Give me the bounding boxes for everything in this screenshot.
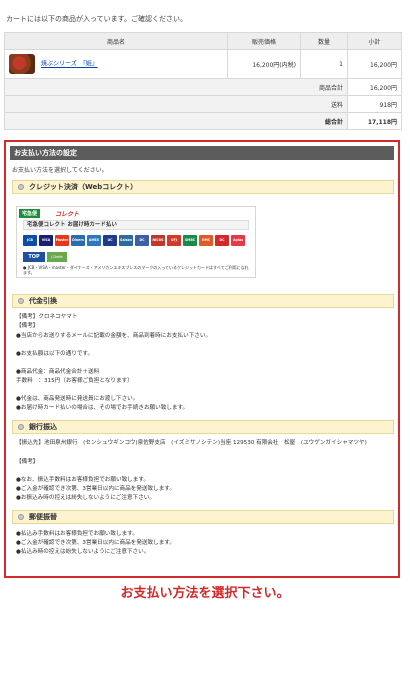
radio-postal[interactable] xyxy=(18,514,24,520)
col-subtotal: 小計 xyxy=(347,32,402,50)
card-banner: 宅急便コレクト お届け時カード払い xyxy=(23,220,249,230)
cod-text: 【備考】クロネコヤマト xyxy=(16,314,78,320)
takkyubin-badge: 宅急便 xyxy=(19,209,41,218)
top-card-logo-icon: TOP xyxy=(23,252,45,262)
mastercard-logo-icon: Master xyxy=(55,235,69,246)
radio-cod[interactable] xyxy=(18,298,24,304)
bank-text: ●なお、振込手数料はお客様負担でお願い致します。 xyxy=(16,477,149,483)
cod-title: 代金引換 xyxy=(29,297,57,305)
payment-method-panel: お支払い方法の設定 お支払い方法を選択してください。 クレジット決済（Webコレ… xyxy=(4,140,400,578)
bank-text: 【備考】 xyxy=(16,459,39,465)
summary-row: 送料 918円 xyxy=(4,95,402,113)
omc-logo-icon: OMC xyxy=(199,235,213,246)
dc2-logo-icon: DC xyxy=(215,235,229,246)
item-qty: 1 xyxy=(300,49,348,79)
cod-text: 【備考】 xyxy=(16,323,39,329)
payment-option-cod[interactable]: 代金引換 xyxy=(12,294,394,308)
cart-header-row: 商品名 販売価格 数量 小計 xyxy=(4,32,402,50)
collect-brand: コレクト xyxy=(55,211,80,218)
grand-total: 17,118円 xyxy=(347,112,402,130)
saison-logo-icon: Saison xyxy=(119,235,133,246)
postal-title: 郵便振替 xyxy=(29,513,57,521)
bank-account: 【振込先】池田泉州銀行 (センシュウギンコウ)泉佐野支店 (イズミサノシテン)当… xyxy=(16,440,367,446)
card-note: ● JCB・VISA・master・ダイナース・アメリカンエキスプレスのマークの… xyxy=(23,265,249,275)
postal-text: ●払込み手数料はお客様負担でお願い致します。 xyxy=(16,531,138,537)
credit-title: クレジット決済（Webコレクト） xyxy=(29,183,138,191)
bank-text: ●お振込み時の控えは紛失しないようにご注意下さい。 xyxy=(16,495,155,501)
aplus-logo-icon: Aplus xyxy=(231,235,245,246)
diners-logo-icon: Diners xyxy=(71,235,85,246)
visa-logo-icon: VISA xyxy=(39,235,53,246)
cod-text: ●商品代金：商品代金合計＋送料 xyxy=(16,369,100,375)
payment-option-credit[interactable]: クレジット決済（Webコレクト） xyxy=(12,180,394,194)
summary-label: 送料 xyxy=(4,95,348,113)
cod-text: ●お支払額は以下の通りです。 xyxy=(16,351,94,357)
uc-logo-icon: UC xyxy=(103,235,117,246)
dc-logo-icon: DC xyxy=(135,235,149,246)
bank-text: ●ご入金が確認でき次第、3営業日以内に商品を発送致します。 xyxy=(16,486,175,492)
summary-label: 総合計 xyxy=(4,112,348,130)
summary-row: 総合計 17,118円 xyxy=(4,112,402,130)
payment-intro: お支払い方法を選択してください。 xyxy=(12,167,108,174)
jdebit-logo-icon: J-Debit xyxy=(47,252,67,262)
col-price: 販売価格 xyxy=(227,32,301,50)
item-price: 16,200円(内税) xyxy=(227,49,301,79)
smbc-logo-icon: SMBC xyxy=(183,235,197,246)
payment-option-bank[interactable]: 銀行振込 xyxy=(12,420,394,434)
radio-bank[interactable] xyxy=(18,424,24,430)
item-subtotal: 16,200円 xyxy=(347,49,402,79)
postal-text: ●ご入金が確認でき次第、3営業日以内に商品を発送致します。 xyxy=(16,540,175,546)
table-row: 焼ぷシリーズ 『姫』 16,200円(内税) 1 16,200円 xyxy=(4,49,402,79)
cod-text: ●代金は、商品発送時に発送員にお渡し下さい。 xyxy=(16,396,139,402)
cart-notice: カートには以下の商品が入っています。ご確認ください。 xyxy=(6,15,187,23)
cart-table: 商品名 販売価格 数量 小計 焼ぷシリーズ 『姫』 16,200円(内税) 1 … xyxy=(4,32,402,130)
amex-logo-icon: AMEX xyxy=(87,235,101,246)
payment-option-postal[interactable]: 郵便振替 xyxy=(12,510,394,524)
select-payment-prompt: お支払い方法を選択下さい。 xyxy=(120,586,290,601)
jcb-logo-icon: JCB xyxy=(23,235,37,246)
cod-text: 手数料 ：315円（お客様ご負担となります） xyxy=(16,378,133,384)
bank-title: 銀行振込 xyxy=(29,423,57,431)
nicos-logo-icon: NICOS xyxy=(151,235,165,246)
ufj-logo-icon: UFJ xyxy=(167,235,181,246)
product-link[interactable]: 焼ぷシリーズ 『姫』 xyxy=(41,61,98,68)
payment-title: お支払い方法の設定 xyxy=(10,146,394,160)
postal-text: ●払込み時の控えは紛失しないようにご注意下さい。 xyxy=(16,549,150,555)
product-thumbnail[interactable] xyxy=(9,54,35,74)
card-logos-box: 宅急便 コレクト 宅急便コレクト お届け時カード払い JCB VISA Mast… xyxy=(16,206,256,278)
product-cell: 焼ぷシリーズ 『姫』 xyxy=(4,49,228,79)
summary-row: 商品合計 16,200円 xyxy=(4,78,402,96)
summary-label: 商品合計 xyxy=(4,78,348,96)
col-qty: 数量 xyxy=(300,32,348,50)
radio-credit[interactable] xyxy=(18,184,24,190)
col-product: 商品名 xyxy=(4,32,228,50)
cod-text: ●お届け時カード払いの場合は、その場でお手続きお願い致します。 xyxy=(16,405,189,411)
cod-text: ●当店からお送りするメールに記載の金額を、商品到着時にお支払い下さい。 xyxy=(16,333,212,339)
summary-value: 16,200円 xyxy=(347,78,402,96)
summary-value: 918円 xyxy=(347,95,402,113)
